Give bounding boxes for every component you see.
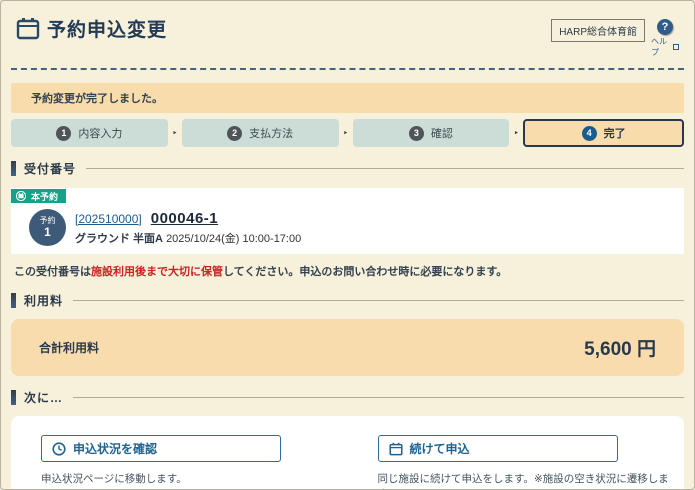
- step-4-number-icon: 4: [582, 126, 597, 141]
- success-alert: 予約変更が完了しました。: [11, 83, 684, 113]
- help-question-icon[interactable]: ?: [657, 19, 673, 35]
- step-indicator: 1 内容入力 ‣ 2 支払方法 ‣ 3 確認 ‣ 4 完了: [11, 119, 684, 147]
- continue-apply-label: 続けて申込: [410, 440, 470, 457]
- step-separator-icon: ‣: [509, 128, 523, 139]
- facility-name-chip: HARP総合体育館: [551, 19, 645, 42]
- step-1-number-icon: 1: [56, 126, 71, 141]
- receipt-section-title: 受付番号: [24, 160, 76, 177]
- total-fee-box: 合計利用料 5,600 円: [11, 319, 684, 376]
- step-3-label: 確認: [431, 125, 453, 141]
- main-reservation-badge: 本予約: [11, 189, 66, 203]
- reservation-change-page: 予約申込変更 HARP総合体育館 ? ヘルプ 予約変更が完了しました。 1 内容…: [0, 0, 695, 490]
- section-bar-icon: [11, 161, 16, 176]
- section-rule: [73, 397, 684, 398]
- reservation-card: 本予約 予約 1 [202510000] 000046-1 グラウンド 半面A …: [11, 188, 684, 254]
- help-link[interactable]: ? ヘルプ: [651, 19, 679, 58]
- note-keep-warning: 施設利用後まで大切に保管: [91, 266, 223, 278]
- total-fee-value: 5,600 円: [584, 334, 656, 361]
- calendar-icon: [389, 442, 403, 456]
- facility-detail: グラウンド 半面A: [75, 233, 163, 245]
- receipt-number-link[interactable]: 000046-1: [151, 210, 218, 227]
- continue-apply-button[interactable]: 続けて申込: [378, 435, 618, 462]
- step-4-label: 完了: [604, 125, 626, 141]
- continue-apply-description: 同じ施設に続けて申込をします。※施設の空き状況に遷移します。: [378, 471, 685, 490]
- badge-calendar-icon: [16, 191, 26, 201]
- check-status-description: 申込状況ページに移動します。: [41, 471, 348, 486]
- external-link-icon: [673, 44, 679, 50]
- reservation-datetime: 2025/10/24(金) 10:00-17:00: [166, 233, 301, 245]
- section-bar-icon: [11, 293, 16, 308]
- step-2-payment-method: 2 支払方法: [182, 119, 339, 147]
- fee-section-header: 利用料: [11, 292, 684, 309]
- calendar-icon: [16, 17, 40, 40]
- reservation-number-circle: 予約 1: [29, 209, 66, 246]
- step-1-content-input: 1 内容入力: [11, 119, 168, 147]
- step-2-label: 支払方法: [249, 125, 293, 141]
- step-2-number-icon: 2: [227, 126, 242, 141]
- help-label[interactable]: ヘルプ: [651, 36, 672, 58]
- step-1-label: 内容入力: [78, 125, 122, 141]
- receipt-section-header: 受付番号: [11, 160, 684, 177]
- next-actions-panel: 申込状況を確認 申込状況ページに移動します。 続けて申込 同じ施設に続けて申込を…: [11, 416, 684, 490]
- step-separator-icon: ‣: [339, 128, 353, 139]
- section-bar-icon: [11, 390, 16, 405]
- section-rule: [86, 168, 684, 169]
- check-status-button[interactable]: 申込状況を確認: [41, 435, 281, 462]
- fee-section-title: 利用料: [24, 292, 63, 309]
- step-3-number-icon: 3: [409, 126, 424, 141]
- receipt-note: この受付番号は施設利用後まで大切に保管してください。申込のお問い合わせ時に必要に…: [11, 263, 684, 279]
- badge-label: 本予約: [31, 190, 58, 203]
- period-number-link[interactable]: [202510000]: [75, 212, 142, 226]
- clock-icon: [52, 442, 66, 456]
- next-section-header: 次に…: [11, 389, 684, 406]
- check-status-label: 申込状況を確認: [73, 440, 157, 457]
- page-title: 予約申込変更: [47, 15, 167, 42]
- step-separator-icon: ‣: [168, 128, 182, 139]
- next-section-title: 次に…: [24, 389, 63, 406]
- total-fee-label: 合計利用料: [39, 339, 99, 356]
- page-header: 予約申込変更 HARP総合体育館 ? ヘルプ: [11, 13, 684, 70]
- section-rule: [73, 300, 684, 301]
- step-4-complete-active: 4 完了: [523, 119, 684, 147]
- step-3-confirm: 3 確認: [353, 119, 510, 147]
